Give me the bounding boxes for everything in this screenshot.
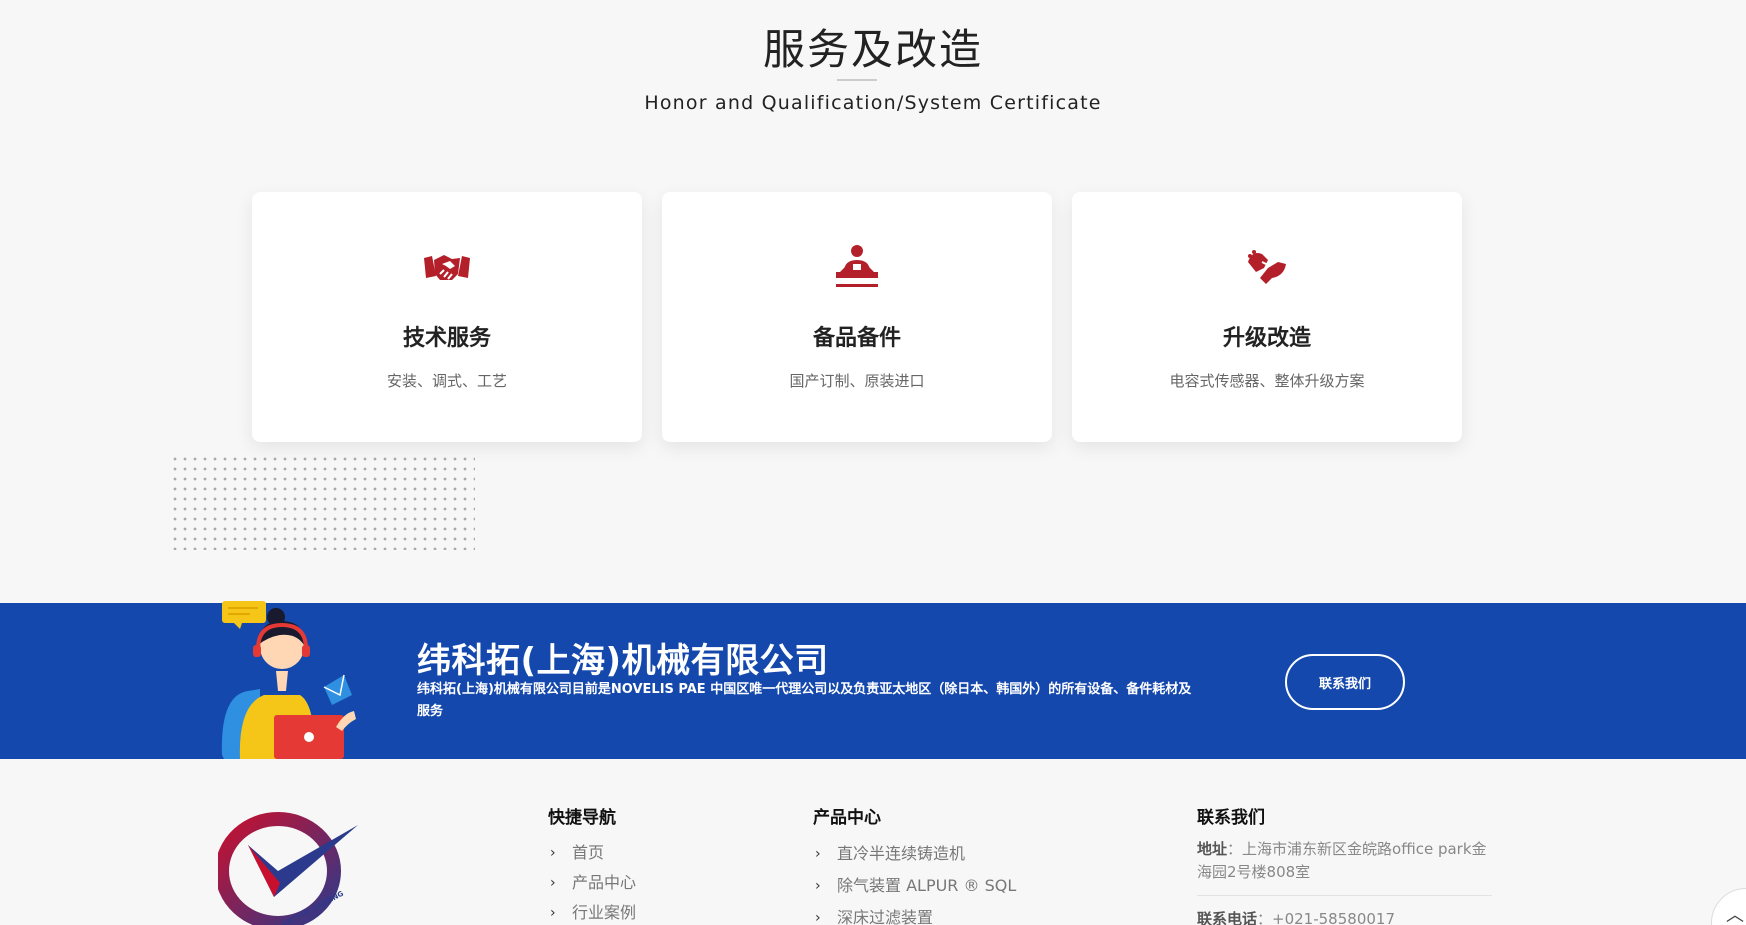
technician-icon [836, 245, 878, 287]
card-desc: 国产订制、原装进口 [789, 372, 925, 390]
chevron-right-icon: › [815, 878, 821, 894]
card-technical-service[interactable]: 技术服务 安装、调式、工艺 [252, 192, 642, 442]
chevron-right-icon: › [550, 905, 556, 921]
products-title: 产品中心 [813, 808, 881, 828]
chevron-right-icon: › [815, 846, 821, 862]
contact-address: 地址：上海市浦东新区金皖路office park金海园2号楼808室 [1197, 838, 1492, 896]
banner-company-name: 纬科拓(上海)机械有限公司 [417, 641, 829, 681]
card-desc: 安装、调式、工艺 [386, 372, 507, 390]
hands-icon [1248, 250, 1286, 284]
company-banner: 纬科拓(上海)机械有限公司 纬科拓(上海)机械有限公司目前是NOVELIS PA… [0, 601, 1746, 759]
chevron-right-icon: › [550, 845, 556, 861]
section-title: 服务及改造 [762, 25, 983, 74]
section-subtitle: Honor and Qualification/System Certifica… [644, 92, 1102, 114]
nav-link-products[interactable]: › 产品中心 [548, 868, 636, 898]
contact-title: 联系我们 [1197, 808, 1265, 828]
title-divider [837, 79, 877, 81]
product-link-filter[interactable]: › 深床过滤装置 [813, 902, 1016, 925]
banner-description: 纬科拓(上海)机械有限公司目前是NOVELIS PAE 中国区唯一代理公司以及负… [417, 682, 1192, 719]
contact-phone: 联系电话：+021-58580017 [1197, 910, 1395, 925]
card-upgrade[interactable]: 升级改造 电容式传感器、整体升级方案 [1072, 192, 1462, 442]
quick-nav-title: 快捷导航 [548, 808, 616, 828]
product-link-casting-machine[interactable]: › 直冷半连续铸造机 [813, 838, 1016, 870]
card-title: 备品备件 [812, 326, 901, 351]
back-to-top-button[interactable]: ︿ [1711, 888, 1746, 925]
dot-pattern-decoration [170, 454, 475, 550]
handshake-icon [424, 255, 470, 280]
card-desc: 电容式传感器、整体升级方案 [1169, 372, 1365, 390]
nav-link-home[interactable]: › 首页 [548, 838, 636, 868]
product-link-degassing[interactable]: › 除气装置 ALPUR ® SQL [813, 870, 1016, 902]
chevron-up-icon: ︿ [1726, 905, 1744, 925]
footer-contact: 联系我们 地址：上海市浦东新区金皖路office park金海园2号楼808室 … [1197, 803, 1492, 925]
chevron-right-icon: › [550, 875, 556, 891]
card-title: 技术服务 [402, 326, 491, 351]
footer-quick-nav: 快捷导航 › 首页 › 产品中心 › 行业案例 [548, 803, 636, 925]
footer-products: 产品中心 › 直冷半连续铸造机 › 除气装置 ALPUR ® SQL › 深床过滤装置 [813, 803, 1016, 925]
contact-us-button[interactable]: 联系我们 [1285, 654, 1405, 710]
card-spare-parts[interactable]: 备品备件 国产订制、原装进口 [662, 192, 1052, 442]
chevron-right-icon: › [815, 910, 821, 925]
nav-link-cases[interactable]: › 行业案例 [548, 898, 636, 925]
company-logo: VECTOR CASTING [218, 812, 358, 925]
card-title: 升级改造 [1222, 326, 1311, 351]
customer-service-illustration [221, 601, 356, 759]
